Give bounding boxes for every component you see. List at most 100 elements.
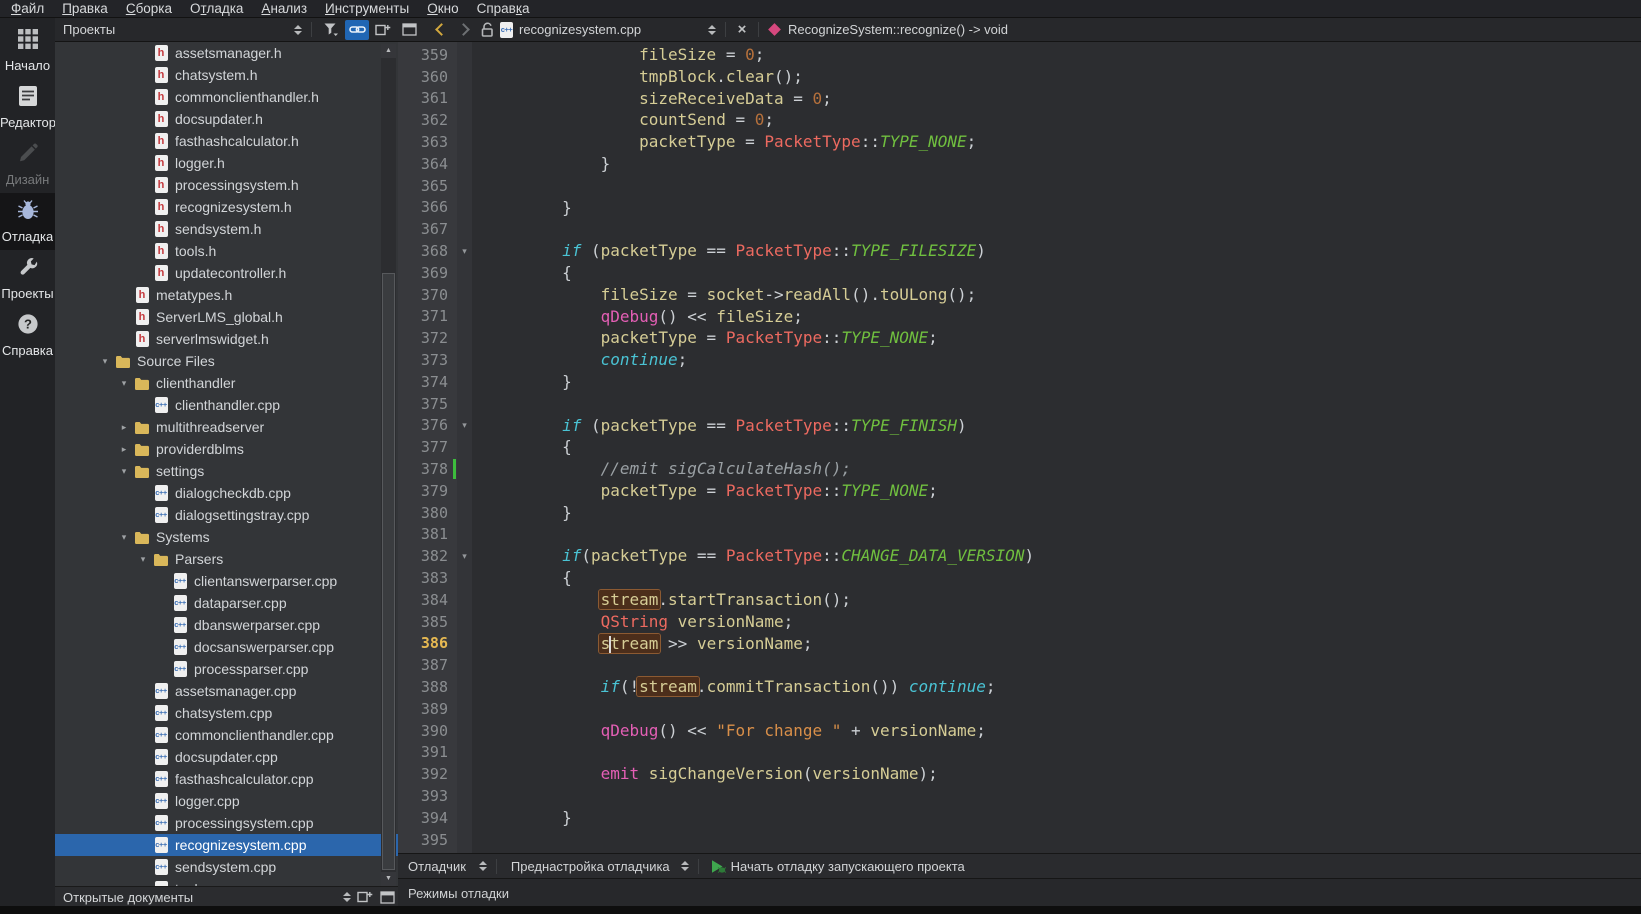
- code-line-376[interactable]: 376▾ if (packetType == PacketType::TYPE_…: [398, 415, 1641, 437]
- mode-item-начало[interactable]: Начало: [0, 22, 55, 79]
- current-symbol[interactable]: RecognizeSystem::recognize() -> void: [788, 22, 1008, 37]
- code-line-359[interactable]: 359 fileSize = 0;: [398, 44, 1641, 66]
- tree-item-assetsmanager.h[interactable]: hassetsmanager.h: [55, 42, 398, 64]
- tree-scrollbar[interactable]: ▲ ▼: [381, 44, 396, 886]
- open-file-tab[interactable]: recognizesystem.cpp: [519, 22, 705, 37]
- code-line-387[interactable]: 387: [398, 654, 1641, 676]
- start-debug-icon[interactable]: [706, 856, 730, 876]
- tree-item-updatecontroller.h[interactable]: hupdatecontroller.h: [55, 262, 398, 284]
- close-pane-icon[interactable]: [397, 20, 421, 40]
- go-forward-button[interactable]: [452, 20, 474, 40]
- code-line-384[interactable]: 384 stream.startTransaction();: [398, 589, 1641, 611]
- menu-item-отладка[interactable]: Отладка: [181, 1, 252, 16]
- menu-item-правка[interactable]: Правка: [53, 1, 117, 16]
- tree-item-chatsystem.cpp[interactable]: c++chatsystem.cpp: [55, 702, 398, 724]
- code-line-371[interactable]: 371 qDebug() << fileSize;: [398, 306, 1641, 328]
- tree-item-Parsers[interactable]: ▾Parsers: [55, 548, 398, 570]
- menu-item-анализ[interactable]: Анализ: [252, 1, 316, 16]
- scroll-up-icon[interactable]: ▲: [381, 44, 396, 58]
- link-with-editor-icon[interactable]: [345, 20, 369, 40]
- tree-item-metatypes.h[interactable]: hmetatypes.h: [55, 284, 398, 306]
- start-debug-label[interactable]: Начать отладку запускающего проекта: [731, 859, 965, 874]
- code-line-370[interactable]: 370 fileSize = socket->readAll().toULong…: [398, 284, 1641, 306]
- menu-item-файл[interactable]: Файл: [2, 1, 53, 16]
- code-line-374[interactable]: 374 }: [398, 371, 1641, 393]
- mode-item-отладка[interactable]: Отладка: [0, 193, 55, 250]
- tree-item-Systems[interactable]: ▾Systems: [55, 526, 398, 548]
- tree-item-assetsmanager.cpp[interactable]: c++assetsmanager.cpp: [55, 680, 398, 702]
- tree-item-fasthashcalculator.h[interactable]: hfasthashcalculator.h: [55, 130, 398, 152]
- code-line-367[interactable]: 367: [398, 218, 1641, 240]
- code-line-361[interactable]: 361 sizeReceiveData = 0;: [398, 88, 1641, 110]
- pane-dropdown-icon[interactable]: [340, 892, 354, 902]
- code-line-390[interactable]: 390 qDebug() << "For change " + versionN…: [398, 720, 1641, 742]
- code-line-388[interactable]: 388 if(!stream.commitTransaction()) cont…: [398, 676, 1641, 698]
- fold-marker-icon[interactable]: ▾: [457, 551, 472, 562]
- code-line-378[interactable]: 378 //emit sigCalculateHash();: [398, 458, 1641, 480]
- filter-icon[interactable]: [319, 20, 343, 40]
- code-line-379[interactable]: 379 packetType = PacketType::TYPE_NONE;: [398, 480, 1641, 502]
- menu-item-инструменты[interactable]: Инструменты: [316, 1, 418, 16]
- code-line-381[interactable]: 381: [398, 524, 1641, 546]
- mode-item-проекты[interactable]: Проекты: [0, 250, 55, 307]
- mode-item-редактор[interactable]: Редактор: [0, 79, 55, 136]
- code-line-385[interactable]: 385 QString versionName;: [398, 611, 1641, 633]
- tree-item-logger.cpp[interactable]: c++logger.cpp: [55, 790, 398, 812]
- code-line-365[interactable]: 365: [398, 175, 1641, 197]
- fold-marker-icon[interactable]: ▾: [457, 246, 472, 257]
- tree-item-tools.cpp[interactable]: c++tools.cpp: [55, 878, 398, 886]
- code-line-394[interactable]: 394 }: [398, 807, 1641, 829]
- tree-item-processingsystem.cpp[interactable]: c++processingsystem.cpp: [55, 812, 398, 834]
- expander-open-icon[interactable]: ▾: [116, 532, 132, 543]
- tree-item-processparser.cpp[interactable]: c++processparser.cpp: [55, 658, 398, 680]
- fold-marker-icon[interactable]: ▾: [457, 420, 472, 431]
- menu-item-сборка[interactable]: Сборка: [117, 1, 181, 16]
- expander-closed-icon[interactable]: ▸: [116, 444, 132, 455]
- code-line-368[interactable]: 368▾ if (packetType == PacketType::TYPE_…: [398, 240, 1641, 262]
- code-line-377[interactable]: 377 {: [398, 436, 1641, 458]
- tree-item-settings[interactable]: ▾settings: [55, 460, 398, 482]
- code-line-375[interactable]: 375: [398, 393, 1641, 415]
- code-line-369[interactable]: 369 {: [398, 262, 1641, 284]
- tree-item-commonclienthandler.h[interactable]: hcommonclienthandler.h: [55, 86, 398, 108]
- split-pane-icon[interactable]: [355, 887, 375, 907]
- code-line-393[interactable]: 393: [398, 785, 1641, 807]
- code-line-383[interactable]: 383 {: [398, 567, 1641, 589]
- tree-item-ServerLMS_global.h[interactable]: hServerLMS_global.h: [55, 306, 398, 328]
- code-line-395[interactable]: 395: [398, 829, 1641, 851]
- tree-item-sendsystem.cpp[interactable]: c++sendsystem.cpp: [55, 856, 398, 878]
- tree-item-processingsystem.h[interactable]: hprocessingsystem.h: [55, 174, 398, 196]
- debugger-preset-combobox[interactable]: Преднастройка отладчика: [511, 859, 670, 874]
- tree-item-docsupdater.cpp[interactable]: c++docsupdater.cpp: [55, 746, 398, 768]
- tree-item-dialogsettingstray.cpp[interactable]: c++dialogsettingstray.cpp: [55, 504, 398, 526]
- code-line-366[interactable]: 366 }: [398, 197, 1641, 219]
- expander-open-icon[interactable]: ▾: [97, 356, 113, 367]
- open-documents-header[interactable]: Открытые документы: [55, 886, 398, 907]
- code-line-364[interactable]: 364 }: [398, 153, 1641, 175]
- tree-item-tools.h[interactable]: htools.h: [55, 240, 398, 262]
- tree-item-serverlmswidget.h[interactable]: hserverlmswidget.h: [55, 328, 398, 350]
- preset-dropdown-icon[interactable]: [678, 861, 692, 871]
- code-line-389[interactable]: 389: [398, 698, 1641, 720]
- code-line-372[interactable]: 372 packetType = PacketType::TYPE_NONE;: [398, 327, 1641, 349]
- expander-open-icon[interactable]: ▾: [116, 378, 132, 389]
- tree-item-fasthashcalculator.cpp[interactable]: c++fasthashcalculator.cpp: [55, 768, 398, 790]
- code-line-380[interactable]: 380 }: [398, 502, 1641, 524]
- code-line-382[interactable]: 382▾ if(packetType == PacketType::CHANGE…: [398, 545, 1641, 567]
- scrollbar-thumb[interactable]: [382, 273, 395, 870]
- go-back-button[interactable]: [430, 20, 452, 40]
- tree-item-clienthandler.cpp[interactable]: c++clienthandler.cpp: [55, 394, 398, 416]
- debugger-combobox[interactable]: Отладчик: [408, 859, 466, 874]
- tree-item-recognizesystem.h[interactable]: hrecognizesystem.h: [55, 196, 398, 218]
- expander-open-icon[interactable]: ▾: [135, 554, 151, 565]
- tree-item-commonclienthandler.cpp[interactable]: c++commonclienthandler.cpp: [55, 724, 398, 746]
- tree-item-multithreadserver[interactable]: ▸multithreadserver: [55, 416, 398, 438]
- tree-item-clienthandler[interactable]: ▾clienthandler: [55, 372, 398, 394]
- code-editor[interactable]: 359 fileSize = 0;360 tmpBlock.clear();36…: [398, 42, 1641, 853]
- tree-item-dbanswerparser.cpp[interactable]: c++dbanswerparser.cpp: [55, 614, 398, 636]
- tree-item-sendsystem.h[interactable]: hsendsystem.h: [55, 218, 398, 240]
- tree-item-dataparser.cpp[interactable]: c++dataparser.cpp: [55, 592, 398, 614]
- mode-item-дизайн[interactable]: Дизайн: [0, 136, 55, 193]
- code-line-362[interactable]: 362 countSend = 0;: [398, 109, 1641, 131]
- tree-item-docsanswerparser.cpp[interactable]: c++docsanswerparser.cpp: [55, 636, 398, 658]
